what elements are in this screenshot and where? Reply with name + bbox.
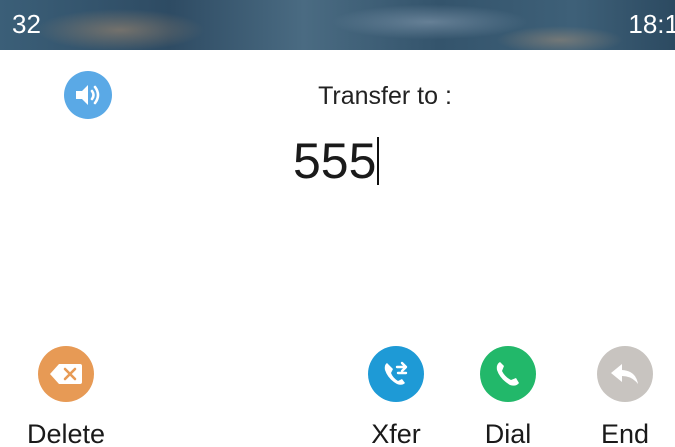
transfer-title: Transfer to : xyxy=(318,82,452,110)
speaker-button[interactable] xyxy=(64,71,112,119)
dial-softkey[interactable]: Dial xyxy=(458,346,558,447)
status-time: 18:1 xyxy=(628,9,675,39)
text-cursor xyxy=(377,137,380,185)
xfer-label: Xfer xyxy=(371,419,421,447)
delete-softkey[interactable]: Delete xyxy=(16,346,116,447)
status-bar: 32 18:1 xyxy=(0,0,675,50)
dial-button-circle[interactable] xyxy=(480,346,536,402)
phone-screen: 32 18:1 Transfer to : 555 Delete Xfer Di… xyxy=(0,0,675,447)
dial-label: Dial xyxy=(484,419,532,447)
dialed-number: 555 xyxy=(293,133,377,189)
speaker-icon xyxy=(73,82,103,108)
number-entry[interactable]: 555 xyxy=(293,133,380,189)
end-softkey[interactable]: End xyxy=(575,346,675,447)
delete-button-circle[interactable] xyxy=(38,346,94,402)
xfer-softkey[interactable]: Xfer xyxy=(346,346,446,447)
xfer-button-circle[interactable] xyxy=(368,346,424,402)
end-label: End xyxy=(600,419,650,447)
backspace-icon xyxy=(49,362,83,386)
phone-icon xyxy=(493,359,523,389)
transfer-icon xyxy=(380,358,412,390)
status-account-label: 32 xyxy=(12,9,41,39)
delete-label: Delete xyxy=(26,419,106,447)
end-call-icon xyxy=(608,360,642,388)
end-button-circle[interactable] xyxy=(597,346,653,402)
